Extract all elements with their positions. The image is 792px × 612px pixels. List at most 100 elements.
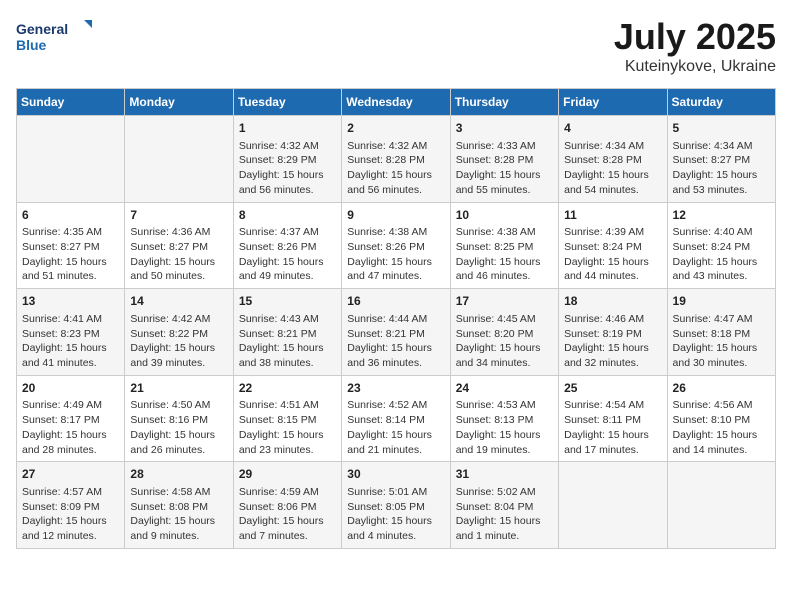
calendar-cell: 1 Sunrise: 4:32 AM Sunset: 8:29 PM Daylig… (233, 116, 341, 203)
col-monday: Monday (125, 89, 233, 116)
day-info: Sunrise: 4:43 AM Sunset: 8:21 PM Dayligh… (239, 312, 336, 371)
calendar-cell: 7Sunrise: 4:36 AM Sunset: 8:27 PM Daylig… (125, 202, 233, 289)
calendar-table: Sunday Monday Tuesday Wednesday Thursday… (16, 88, 776, 549)
day-number: 29 (239, 466, 336, 483)
svg-text:Blue: Blue (16, 37, 47, 53)
col-thursday: Thursday (450, 89, 558, 116)
day-number: 18 (564, 293, 661, 310)
day-info: Sunrise: 4:49 AM Sunset: 8:17 PM Dayligh… (22, 398, 119, 457)
day-number: 20 (22, 380, 119, 397)
day-number: 25 (564, 380, 661, 397)
day-info: Sunrise: 4:36 AM Sunset: 8:27 PM Dayligh… (130, 225, 227, 284)
day-info: Sunrise: 4:58 AM Sunset: 8:08 PM Dayligh… (130, 485, 227, 544)
col-wednesday: Wednesday (342, 89, 450, 116)
calendar-cell: 15 Sunrise: 4:43 AM Sunset: 8:21 PM Dayli… (233, 289, 341, 376)
day-number: 5 (673, 120, 770, 137)
day-info: Sunrise: 4:41 AM Sunset: 8:23 PM Dayligh… (22, 312, 119, 371)
calendar-cell: 16 Sunrise: 4:44 AM Sunset: 8:21 PM Dayli… (342, 289, 450, 376)
day-number: 26 (673, 380, 770, 397)
calendar-cell: 21Sunrise: 4:50 AM Sunset: 8:16 PM Dayli… (125, 375, 233, 462)
day-info: Sunrise: 4:34 AM Sunset: 8:27 PM Dayligh… (673, 139, 770, 198)
day-number: 8 (239, 207, 336, 224)
calendar-cell: 19 Sunrise: 4:47 AM Sunset: 8:18 PM Dayli… (667, 289, 775, 376)
day-info: Sunrise: 4:57 AM Sunset: 8:09 PM Dayligh… (22, 485, 119, 544)
day-info: Sunrise: 5:01 AM Sunset: 8:05 PM Dayligh… (347, 485, 444, 544)
calendar-cell (559, 462, 667, 549)
page-header: General Blue July 2025 Kuteinykove, Ukra… (16, 16, 776, 76)
calendar-cell: 20Sunrise: 4:49 AM Sunset: 8:17 PM Dayli… (17, 375, 125, 462)
calendar-cell: 11Sunrise: 4:39 AM Sunset: 8:24 PM Dayli… (559, 202, 667, 289)
day-info: Sunrise: 4:54 AM Sunset: 8:11 PM Dayligh… (564, 398, 661, 457)
day-number: 17 (456, 293, 553, 310)
day-info: Sunrise: 4:38 AM Sunset: 8:25 PM Dayligh… (456, 225, 553, 284)
col-tuesday: Tuesday (233, 89, 341, 116)
svg-text:General: General (16, 21, 68, 37)
calendar-body: 1 Sunrise: 4:32 AM Sunset: 8:29 PM Daylig… (17, 116, 776, 549)
calendar-subtitle: Kuteinykove, Ukraine (614, 58, 776, 76)
day-info: Sunrise: 4:59 AM Sunset: 8:06 PM Dayligh… (239, 485, 336, 544)
day-number: 10 (456, 207, 553, 224)
header-row: Sunday Monday Tuesday Wednesday Thursday… (17, 89, 776, 116)
calendar-cell (667, 462, 775, 549)
day-info: Sunrise: 4:50 AM Sunset: 8:16 PM Dayligh… (130, 398, 227, 457)
day-number: 23 (347, 380, 444, 397)
calendar-cell: 29 Sunrise: 4:59 AM Sunset: 8:06 PM Dayli… (233, 462, 341, 549)
col-sunday: Sunday (17, 89, 125, 116)
day-info: Sunrise: 4:47 AM Sunset: 8:18 PM Dayligh… (673, 312, 770, 371)
calendar-cell: 26Sunrise: 4:56 AM Sunset: 8:10 PM Dayli… (667, 375, 775, 462)
calendar-cell: 28 Sunrise: 4:58 AM Sunset: 8:08 PM Dayli… (125, 462, 233, 549)
day-info: Sunrise: 4:39 AM Sunset: 8:24 PM Dayligh… (564, 225, 661, 284)
day-info: Sunrise: 4:35 AM Sunset: 8:27 PM Dayligh… (22, 225, 119, 284)
day-number: 1 (239, 120, 336, 137)
calendar-cell (125, 116, 233, 203)
day-number: 19 (673, 293, 770, 310)
day-number: 3 (456, 120, 553, 137)
calendar-week-row: 6Sunrise: 4:35 AM Sunset: 8:27 PM Daylig… (17, 202, 776, 289)
calendar-cell: 25Sunrise: 4:54 AM Sunset: 8:11 PM Dayli… (559, 375, 667, 462)
day-number: 15 (239, 293, 336, 310)
calendar-cell: 12Sunrise: 4:40 AM Sunset: 8:24 PM Dayli… (667, 202, 775, 289)
day-info: Sunrise: 4:38 AM Sunset: 8:26 PM Dayligh… (347, 225, 444, 284)
day-info: Sunrise: 4:44 AM Sunset: 8:21 PM Dayligh… (347, 312, 444, 371)
calendar-cell: 18Sunrise: 4:46 AM Sunset: 8:19 PM Dayli… (559, 289, 667, 376)
day-number: 14 (130, 293, 227, 310)
day-number: 28 (130, 466, 227, 483)
calendar-cell: 22Sunrise: 4:51 AM Sunset: 8:15 PM Dayli… (233, 375, 341, 462)
day-info: Sunrise: 4:37 AM Sunset: 8:26 PM Dayligh… (239, 225, 336, 284)
day-info: Sunrise: 4:45 AM Sunset: 8:20 PM Dayligh… (456, 312, 553, 371)
day-info: Sunrise: 4:33 AM Sunset: 8:28 PM Dayligh… (456, 139, 553, 198)
day-number: 12 (673, 207, 770, 224)
day-info: Sunrise: 4:34 AM Sunset: 8:28 PM Dayligh… (564, 139, 661, 198)
day-number: 2 (347, 120, 444, 137)
calendar-cell: 6Sunrise: 4:35 AM Sunset: 8:27 PM Daylig… (17, 202, 125, 289)
day-info: Sunrise: 4:56 AM Sunset: 8:10 PM Dayligh… (673, 398, 770, 457)
calendar-cell: 30 Sunrise: 5:01 AM Sunset: 8:05 PM Dayli… (342, 462, 450, 549)
day-info: Sunrise: 4:52 AM Sunset: 8:14 PM Dayligh… (347, 398, 444, 457)
logo: General Blue (16, 16, 96, 58)
calendar-cell: 2 Sunrise: 4:32 AM Sunset: 8:28 PM Daylig… (342, 116, 450, 203)
day-number: 13 (22, 293, 119, 310)
calendar-cell: 8Sunrise: 4:37 AM Sunset: 8:26 PM Daylig… (233, 202, 341, 289)
day-number: 24 (456, 380, 553, 397)
day-info: Sunrise: 4:53 AM Sunset: 8:13 PM Dayligh… (456, 398, 553, 457)
day-number: 9 (347, 207, 444, 224)
day-number: 22 (239, 380, 336, 397)
calendar-cell: 9Sunrise: 4:38 AM Sunset: 8:26 PM Daylig… (342, 202, 450, 289)
calendar-cell: 5 Sunrise: 4:34 AM Sunset: 8:27 PM Daylig… (667, 116, 775, 203)
calendar-cell: 13 Sunrise: 4:41 AM Sunset: 8:23 PM Dayli… (17, 289, 125, 376)
calendar-cell: 14Sunrise: 4:42 AM Sunset: 8:22 PM Dayli… (125, 289, 233, 376)
calendar-cell: 31Sunrise: 5:02 AM Sunset: 8:04 PM Dayli… (450, 462, 558, 549)
day-number: 27 (22, 466, 119, 483)
calendar-cell: 24Sunrise: 4:53 AM Sunset: 8:13 PM Dayli… (450, 375, 558, 462)
day-info: Sunrise: 4:32 AM Sunset: 8:29 PM Dayligh… (239, 139, 336, 198)
day-info: Sunrise: 4:32 AM Sunset: 8:28 PM Dayligh… (347, 139, 444, 198)
calendar-cell: 23Sunrise: 4:52 AM Sunset: 8:14 PM Dayli… (342, 375, 450, 462)
day-number: 11 (564, 207, 661, 224)
col-saturday: Saturday (667, 89, 775, 116)
col-friday: Friday (559, 89, 667, 116)
day-number: 7 (130, 207, 227, 224)
day-info: Sunrise: 4:51 AM Sunset: 8:15 PM Dayligh… (239, 398, 336, 457)
calendar-title: July 2025 (614, 16, 776, 58)
day-number: 30 (347, 466, 444, 483)
day-number: 16 (347, 293, 444, 310)
